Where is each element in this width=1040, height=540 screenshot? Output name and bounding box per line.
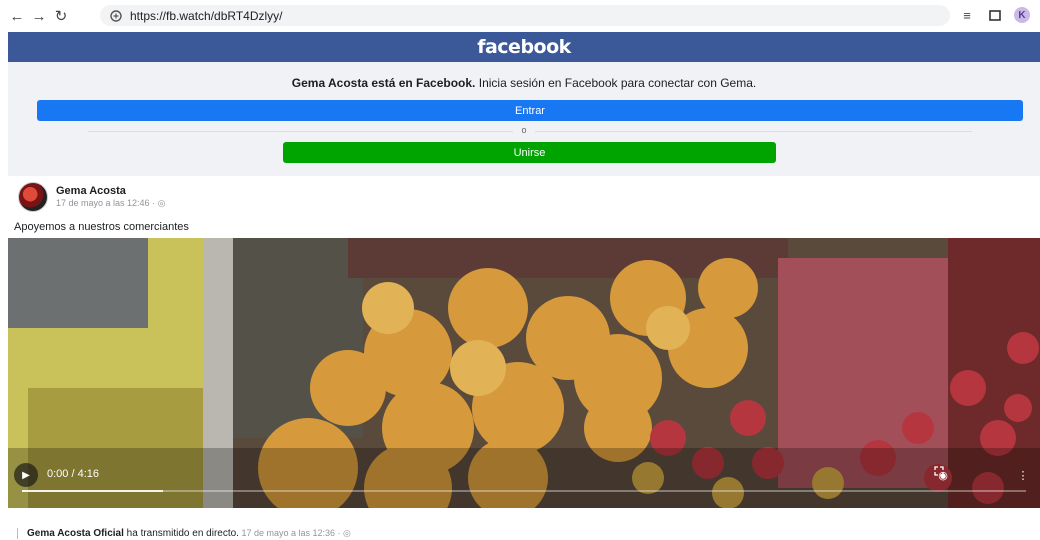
profile-avatar[interactable]: K bbox=[1014, 7, 1030, 23]
globe-icon: ◎ bbox=[157, 198, 166, 208]
facebook-logo[interactable]: facebook bbox=[477, 36, 571, 58]
reading-list-icon[interactable]: ≡ bbox=[958, 6, 976, 24]
play-icon[interactable]: ▶ bbox=[14, 463, 38, 487]
divider-or: o bbox=[8, 125, 1040, 135]
shared-time[interactable]: 17 de mayo a las 12:36 · bbox=[239, 528, 343, 538]
shared-author[interactable]: Gema Acosta Oficial bbox=[27, 528, 124, 539]
post-time-text: 17 de mayo a las 12:46 · bbox=[56, 198, 158, 208]
video-player[interactable]: ▶ 0:00 / 4:16 ◉ ⋮ bbox=[8, 238, 1040, 508]
video-frame bbox=[8, 238, 1040, 508]
page: ← → ↻ https://fb.watch/dbRT4Dzlyy/ ≡ K f… bbox=[0, 0, 1040, 540]
fullscreen-icon[interactable] bbox=[934, 466, 992, 484]
back-arrow-icon[interactable]: ← bbox=[6, 5, 28, 27]
login-prompt: Gema Acosta está en Facebook. Inicia ses… bbox=[8, 76, 1040, 90]
forward-arrow-icon[interactable]: → bbox=[28, 5, 50, 27]
reload-icon[interactable]: ↻ bbox=[50, 5, 72, 27]
facebook-header: facebook bbox=[8, 32, 1040, 62]
side-panel-icon[interactable] bbox=[986, 6, 1004, 24]
shared-post-line: Gema Acosta Oficial ha transmitido en di… bbox=[17, 528, 351, 539]
post-header: Gema Acosta 17 de mayo a las 12:46 · ◎ bbox=[18, 182, 165, 212]
site-info-icon[interactable] bbox=[109, 9, 123, 23]
video-time: 0:00 / 4:16 bbox=[47, 468, 99, 480]
more-options-icon[interactable]: ⋮ bbox=[1014, 466, 1032, 484]
divider-or-label: o bbox=[513, 125, 535, 135]
shared-action: ha transmitido en directo. bbox=[123, 528, 239, 539]
post-author[interactable]: Gema Acosta bbox=[56, 185, 165, 197]
url-text: https://fb.watch/dbRT4Dzlyy/ bbox=[130, 8, 283, 23]
video-progress-bar[interactable] bbox=[22, 490, 1026, 492]
login-button[interactable]: Entrar bbox=[37, 100, 1023, 121]
shared-globe-icon: ◎ bbox=[343, 528, 351, 538]
post-timestamp[interactable]: 17 de mayo a las 12:46 · ◎ bbox=[56, 198, 165, 209]
address-bar[interactable]: https://fb.watch/dbRT4Dzlyy/ bbox=[100, 5, 950, 26]
login-prompt-name: Gema Acosta está en Facebook. bbox=[291, 76, 476, 90]
browser-toolbar: ← → ↻ https://fb.watch/dbRT4Dzlyy/ ≡ K bbox=[0, 0, 1040, 32]
join-button[interactable]: Unirse bbox=[283, 142, 776, 163]
post-text: Apoyemos a nuestros comerciantes bbox=[14, 221, 189, 233]
login-banner: Gema Acosta está en Facebook. Inicia ses… bbox=[8, 62, 1040, 176]
video-progress-fill bbox=[22, 490, 163, 492]
author-avatar[interactable] bbox=[18, 182, 48, 212]
login-prompt-text: Inicia sesión en Facebook para conectar … bbox=[475, 76, 757, 90]
